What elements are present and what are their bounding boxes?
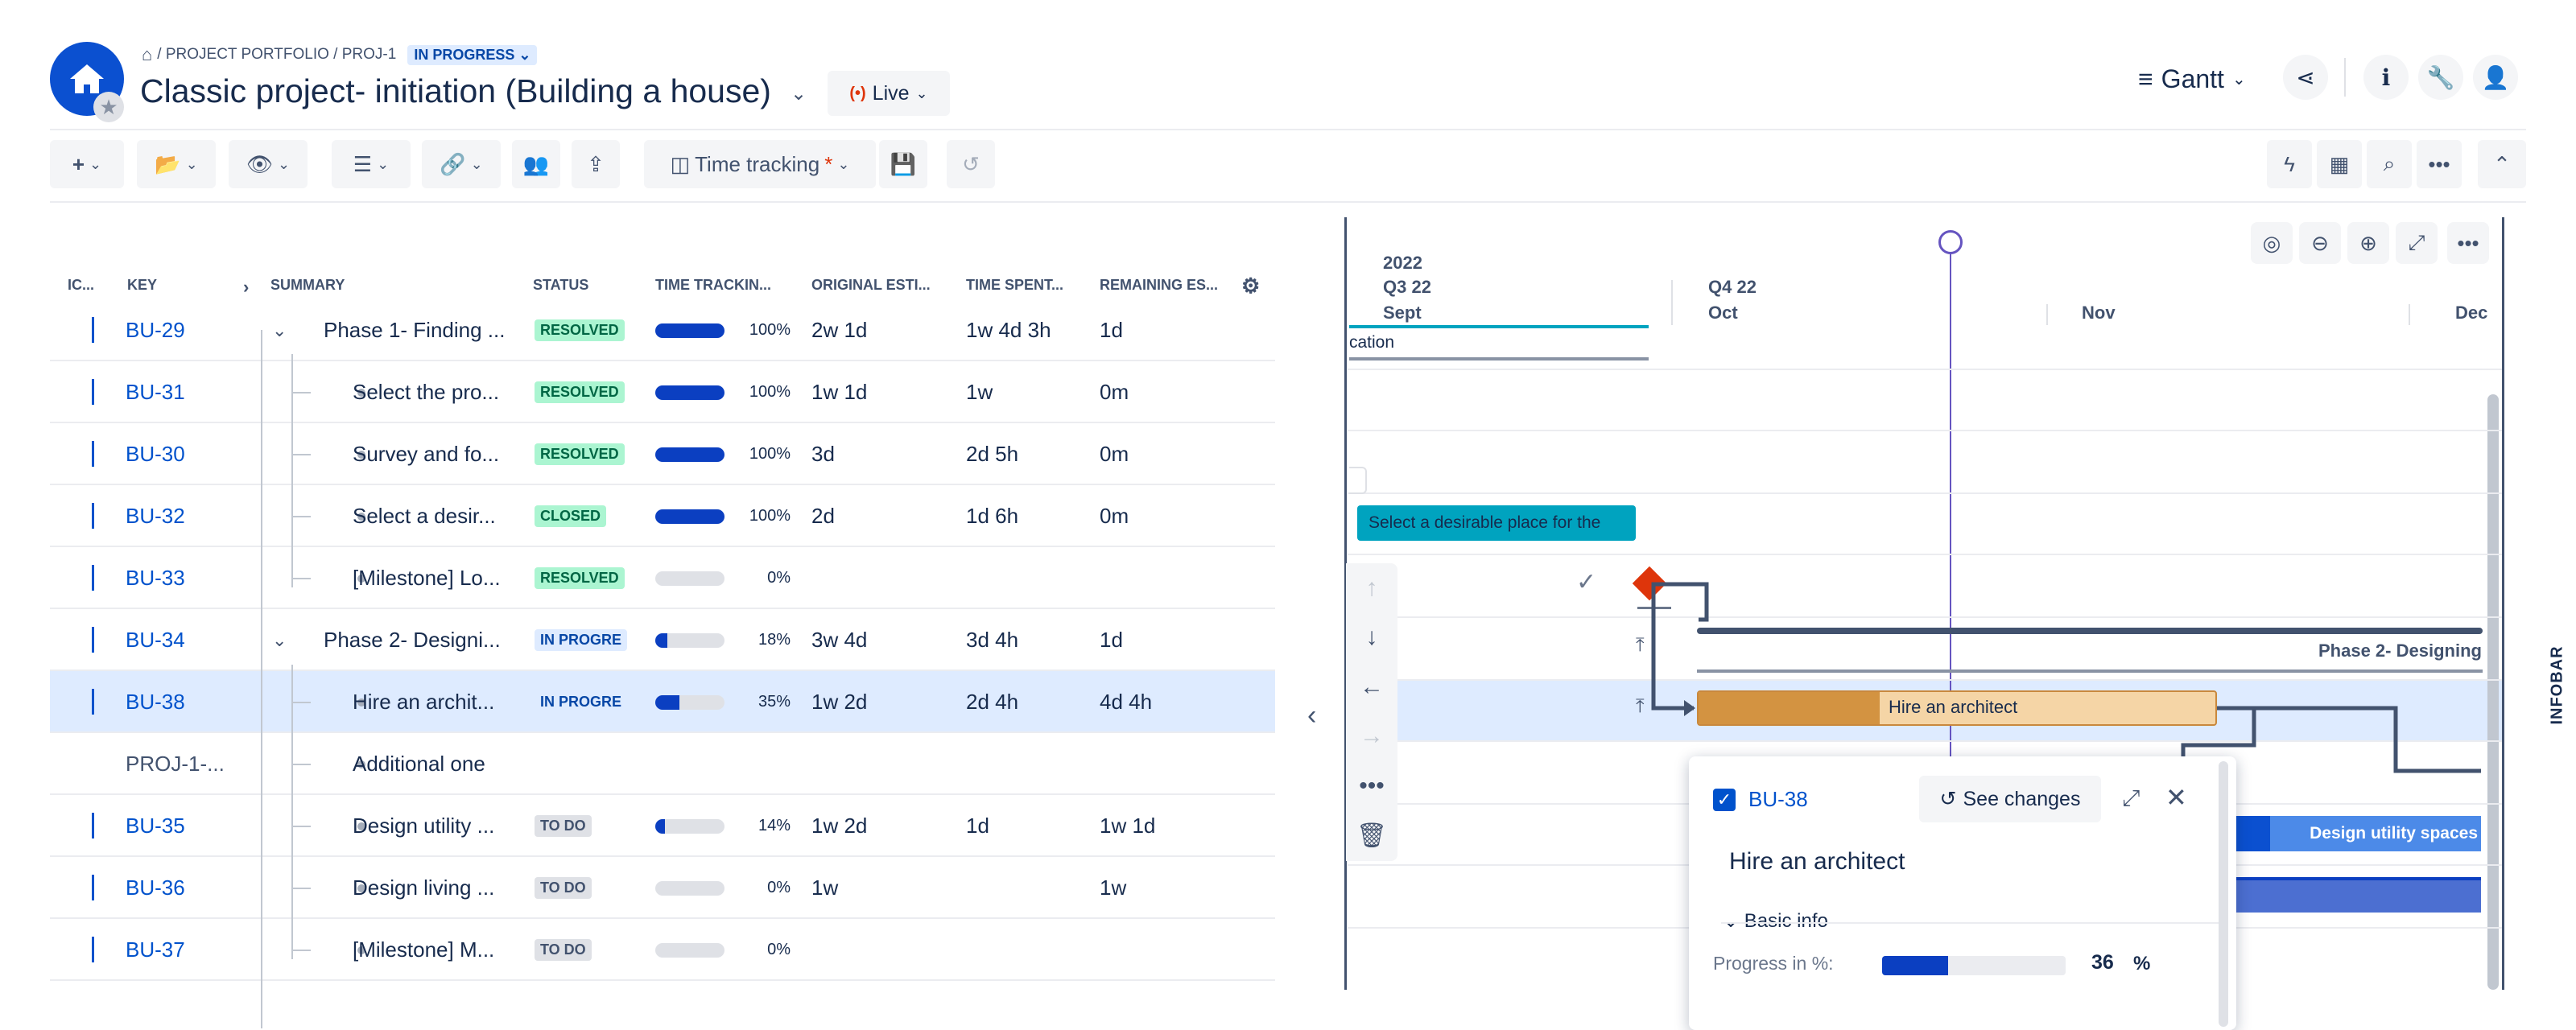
history-icon: ↺ [1939,788,1957,810]
see-changes-button[interactable]: ↺ See changes [1919,776,2101,822]
infobar-tab[interactable]: INFOBAR [2549,645,2567,724]
chevron-down-icon: ⌄ [1723,910,1740,932]
arrow-right-icon[interactable]: → [1360,723,1384,750]
progress-unit: % [2133,953,2151,974]
popup-issue-key[interactable]: BU-38 [1748,787,1808,812]
more-icon[interactable]: ••• [1359,772,1385,800]
popup-title: Hire an architect [1729,848,1905,875]
gantt-phase2-summary-bar[interactable] [1697,628,2483,634]
popup-scrollbar[interactable] [2219,761,2228,1027]
trash-icon[interactable]: 🗑 [1356,822,1387,850]
gantt-bar-label: Phase 2- Designing [2318,641,2482,661]
issue-type-icon: ✓ [1713,789,1736,811]
arrow-left-icon[interactable]: ← [1360,674,1384,701]
gantt-bar-progress [2235,816,2270,851]
basic-info-toggle[interactable]: ⌄ Basic info [1723,909,1828,933]
arrow-up-icon[interactable]: ↑ [1366,575,1378,602]
progress-fill [1882,956,1949,975]
progress-slider[interactable] [1882,956,2066,975]
divider [1721,922,2220,924]
gantt-baseline [1697,670,2483,673]
baseline-icon: ⤒ [1636,695,1645,717]
progress-label: Progress in %: [1713,953,1834,974]
gantt-bar-progress [1699,692,1880,724]
issue-detail-popup: ✓ BU-38 ↺ See changes ⤢ ✕ Hire an archit… [1689,756,2236,1030]
baseline-icon: ⤒ [1636,634,1645,656]
gantt-bar-label: Hire an architect [1889,697,2018,717]
collapse-panel-icon[interactable]: ‹ [1307,700,1316,731]
gantt-bar-design-utility[interactable]: Design utility spaces [2235,816,2481,851]
expand-icon[interactable]: ⤢ [2122,785,2140,812]
progress-value-input[interactable]: 36 [2091,951,2114,974]
arrow-down-icon[interactable]: ↓ [1366,624,1378,651]
gantt-bar-design-living[interactable] [2235,877,2481,913]
row-move-toolbar: ↑ ↓ ← → ••• 🗑 [1346,563,1397,861]
close-icon[interactable]: ✕ [2165,782,2187,813]
